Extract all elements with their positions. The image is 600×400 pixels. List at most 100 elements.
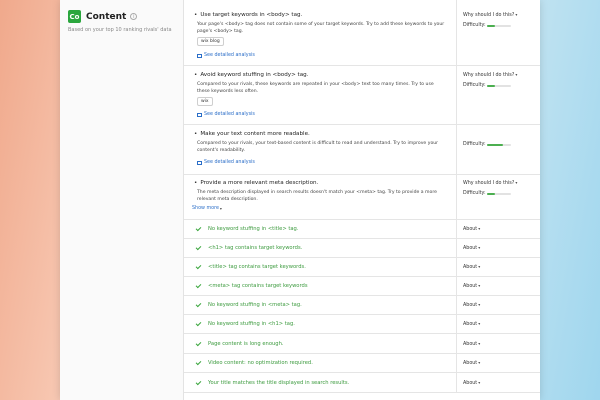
about-label: About (463, 227, 478, 232)
idea-description: Compared to your rivals, your text-based… (197, 141, 439, 153)
check-text: <meta> tag contains target keywords (208, 283, 308, 289)
about-dropdown[interactable]: About▾ (463, 283, 480, 289)
check-text: No keyword stuffing in <meta> tag. (208, 302, 302, 308)
chevron-down-icon: ▾ (478, 360, 481, 365)
link-label: Show more (192, 206, 219, 211)
chevron-down-icon: ▾ (478, 245, 481, 250)
analysis-icon (197, 112, 202, 117)
chevron-down-icon: ▾ (515, 12, 518, 17)
difficulty-segment (487, 25, 495, 27)
ideas-list: Use target keywords in <body> tag. Your … (184, 0, 540, 400)
check-text: Video content: no optimization required. (208, 360, 313, 366)
about-dropdown[interactable]: About▾ (463, 226, 480, 232)
idea-title: Avoid keyword stuffing in <body> tag. (194, 72, 308, 78)
check-row: Page content is long enough. About▾ (184, 334, 540, 354)
link-label: See detailed analysis (204, 53, 255, 58)
checkmark-icon (195, 359, 202, 366)
info-icon[interactable]: i (130, 13, 138, 20)
why-dropdown[interactable]: Why should I do this?▾ (463, 12, 517, 18)
keyword-chip[interactable]: wix blog (197, 37, 224, 46)
why-label: Why should I do this? (463, 13, 515, 18)
show-more-link[interactable]: Show more ▾ (192, 206, 222, 211)
difficulty-meter (487, 25, 511, 27)
check-row: No keyword stuffing in <title> tag. Abou… (184, 220, 540, 239)
idea-description: The meta description displayed in search… (197, 190, 437, 202)
detailed-analysis-link[interactable]: See detailed analysis (197, 112, 255, 117)
chevron-down-icon: ▾ (219, 206, 222, 211)
idea-description: Your page's <body> tag does not contain … (197, 22, 445, 34)
checkmark-icon (195, 301, 202, 308)
chevron-down-icon: ▾ (478, 283, 481, 288)
analysis-icon (197, 160, 202, 165)
difficulty-label: Difficulty: (463, 23, 486, 28)
check-row: No keyword stuffing in <h1> tag. About▾ (184, 315, 540, 334)
about-label: About (463, 341, 478, 347)
about-dropdown[interactable]: About▾ (463, 321, 480, 327)
about-dropdown[interactable]: About▾ (463, 245, 480, 251)
difficulty-meter (487, 85, 511, 87)
about-dropdown[interactable]: About▾ (463, 341, 480, 347)
check-row: Your title matches the title displayed i… (184, 373, 540, 393)
why-label: Why should I do this? (463, 73, 515, 78)
check-text: Page content is long enough. (208, 340, 284, 347)
about-label: About (463, 361, 478, 366)
detailed-analysis-link[interactable]: See detailed analysis (197, 160, 255, 165)
idea-description: Compared to your rivals, these keywords … (197, 82, 434, 94)
idea-row: Use target keywords in <body> tag. Your … (184, 0, 540, 66)
about-dropdown[interactable]: About▾ (463, 380, 480, 386)
section-sidebar: Co Content i Based on your top 10 rankin… (60, 0, 184, 400)
section-header: Co Content i (68, 10, 138, 23)
chevron-down-icon: ▾ (478, 340, 481, 346)
idea-title: Provide a more relevant meta description… (194, 180, 318, 186)
why-label: Why should I do this? (463, 181, 515, 186)
difficulty-segment (487, 193, 495, 195)
why-dropdown[interactable]: Why should I do this?▾ (463, 72, 517, 78)
check-row: <title> tag contains target keywords. Ab… (184, 258, 540, 277)
about-dropdown[interactable]: About▾ (463, 302, 480, 308)
difficulty-meter (487, 144, 511, 146)
check-text: <h1> tag contains target keywords. (208, 245, 303, 251)
section-title: Content (86, 11, 127, 22)
idea-row: Avoid keyword stuffing in <body> tag. Co… (184, 66, 540, 125)
content-logo-icon: Co (68, 10, 81, 23)
about-dropdown[interactable]: About▾ (463, 264, 480, 270)
why-dropdown[interactable]: Why should I do this?▾ (463, 180, 517, 186)
checkmark-icon (195, 263, 202, 270)
about-dropdown[interactable]: About▾ (463, 360, 480, 366)
analysis-icon (197, 53, 202, 58)
link-label: See detailed analysis (204, 112, 255, 117)
difficulty-meter (487, 193, 511, 195)
checkmark-icon (195, 244, 202, 251)
difficulty-segment (487, 85, 495, 87)
idea-title: Use target keywords in <body> tag. (194, 12, 302, 18)
about-label: About (463, 380, 478, 386)
link-label: See detailed analysis (204, 160, 255, 165)
check-row: <h1> tag contains target keywords. About… (184, 239, 540, 258)
check-row: <meta> tag contains target keywords Abou… (184, 277, 540, 296)
checkmark-icon (195, 282, 202, 289)
idea-title: Make your text content more readable. (194, 131, 310, 137)
about-label: About (463, 284, 478, 289)
chevron-down-icon: ▾ (478, 321, 481, 326)
checkmark-icon (195, 340, 202, 346)
keyword-chip[interactable]: wix (197, 97, 213, 106)
section-subtitle: Based on your top 10 ranking rivals' dat… (68, 27, 172, 33)
checkmark-icon (195, 379, 202, 385)
chevron-down-icon: ▾ (515, 72, 518, 77)
check-text: <title> tag contains target keywords. (208, 264, 306, 270)
checkmark-icon (195, 320, 202, 327)
chevron-down-icon: ▾ (478, 264, 481, 269)
check-text: No keyword stuffing in <title> tag. (208, 226, 299, 232)
chevron-down-icon: ▾ (515, 180, 518, 185)
chevron-down-icon: ▾ (478, 379, 481, 385)
checkmark-icon (195, 225, 202, 232)
difficulty-label: Difficulty: (463, 83, 486, 88)
idea-row: Make your text content more readable. Co… (184, 125, 540, 175)
content-panel: Co Content i Based on your top 10 rankin… (60, 0, 540, 400)
idea-row: Provide a more relevant meta description… (184, 175, 540, 220)
difficulty-label: Difficulty: (463, 142, 486, 147)
about-label: About (463, 265, 478, 270)
detailed-analysis-link[interactable]: See detailed analysis (197, 53, 255, 58)
difficulty-segment (487, 144, 503, 146)
chevron-down-icon: ▾ (478, 226, 481, 231)
